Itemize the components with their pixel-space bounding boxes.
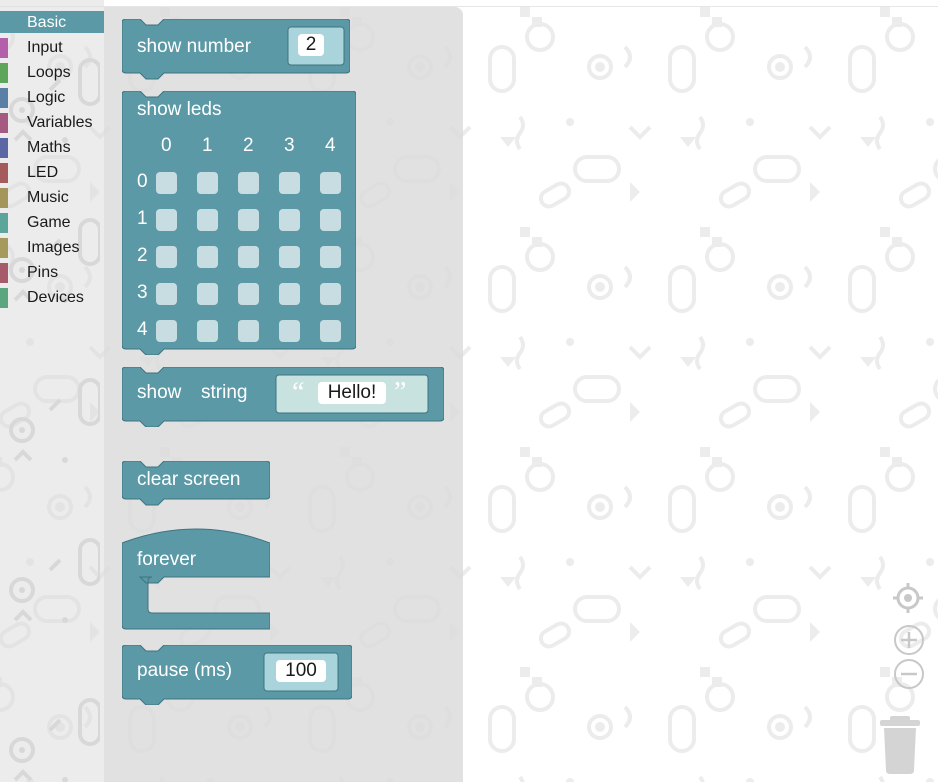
show-label: show	[137, 382, 182, 403]
category-game[interactable]: Game	[0, 211, 104, 233]
led-cell[interactable]	[197, 246, 218, 268]
show-leds-block[interactable]: show leds 0 1 2 3 4 0 1 2 3 4	[122, 91, 356, 355]
show-string-input[interactable]: Hello!	[318, 382, 386, 404]
led-cell[interactable]	[238, 320, 259, 342]
led-cell[interactable]	[156, 320, 177, 342]
led-cell[interactable]	[156, 283, 177, 305]
show-number-input[interactable]: 2	[298, 34, 324, 56]
led-cell[interactable]	[197, 172, 218, 194]
led-column-label: 2	[243, 135, 254, 156]
category-music[interactable]: Music	[0, 186, 104, 208]
led-cell[interactable]	[279, 246, 300, 268]
category-loops[interactable]: Loops	[0, 61, 104, 83]
category-led[interactable]: LED	[0, 161, 104, 183]
show-leds-label: show leds	[137, 99, 222, 120]
led-cell[interactable]	[320, 283, 341, 305]
target-icon	[893, 583, 923, 613]
clear-screen-label: clear screen	[137, 469, 241, 490]
trash-icon	[880, 716, 920, 774]
block-flyout: show number 2 show leds 0 1 2 3 4 0 1 2 3 4 show …	[104, 7, 463, 782]
zoom-out-button[interactable]	[893, 658, 925, 690]
clear-screen-block[interactable]: clear screen	[122, 461, 270, 506]
string-label: string	[201, 382, 248, 403]
forever-label: forever	[137, 549, 197, 570]
led-cell[interactable]	[197, 283, 218, 305]
led-cell[interactable]	[238, 283, 259, 305]
trash-button[interactable]	[878, 716, 924, 781]
category-label: Images	[27, 239, 80, 256]
led-cell[interactable]	[197, 320, 218, 342]
zoom-in-button[interactable]	[893, 624, 925, 656]
led-cell[interactable]	[279, 172, 300, 194]
category-devices[interactable]: Devices	[0, 286, 104, 308]
category-variables[interactable]: Variables	[0, 111, 104, 133]
category-label: Maths	[27, 139, 71, 156]
led-cell[interactable]	[238, 246, 259, 268]
recenter-button[interactable]	[892, 582, 924, 614]
category-color-swatch	[0, 238, 8, 258]
led-cell[interactable]	[197, 209, 218, 231]
category-label: Variables	[27, 114, 93, 131]
pause-input[interactable]: 100	[276, 660, 326, 682]
category-label: Logic	[27, 89, 66, 106]
led-cell[interactable]	[320, 209, 341, 231]
category-logic[interactable]: Logic	[0, 86, 104, 108]
show-number-label: show number	[137, 36, 252, 57]
led-cell[interactable]	[156, 246, 177, 268]
led-cell[interactable]	[156, 209, 177, 231]
led-column-label: 4	[325, 135, 336, 156]
close-quote-icon: ”	[394, 377, 407, 408]
category-color-swatch	[0, 213, 8, 233]
led-cell[interactable]	[238, 209, 259, 231]
category-label: Devices	[27, 289, 84, 306]
category-label: Loops	[27, 64, 71, 81]
led-cell[interactable]	[320, 320, 341, 342]
led-column-label: 0	[161, 135, 172, 156]
led-cell[interactable]	[238, 172, 259, 194]
forever-shape	[122, 528, 270, 630]
led-cell[interactable]	[320, 172, 341, 194]
led-column-label: 1	[202, 135, 213, 156]
toolbox: Basic Input Loops Logic Variables Maths LED Mus…	[0, 0, 104, 782]
led-row-label: 1	[137, 208, 148, 229]
led-column-label: 3	[284, 135, 295, 156]
category-pins[interactable]: Pins	[0, 261, 104, 283]
category-label: LED	[27, 164, 59, 181]
category-label: Music	[27, 189, 69, 206]
led-row-label: 0	[137, 171, 148, 192]
led-cell[interactable]	[279, 283, 300, 305]
category-label: Game	[27, 214, 71, 231]
category-label: Pins	[27, 264, 59, 281]
category-color-swatch	[0, 263, 8, 283]
led-cell[interactable]	[279, 320, 300, 342]
led-cell[interactable]	[156, 172, 177, 194]
category-input[interactable]: Input	[0, 36, 104, 58]
led-cell[interactable]	[320, 246, 341, 268]
forever-block[interactable]: forever	[122, 523, 270, 631]
category-label: Input	[27, 39, 63, 56]
plus-icon	[894, 625, 924, 655]
category-basic[interactable]: Basic	[0, 11, 104, 33]
show-number-block[interactable]: show number 2	[122, 19, 350, 80]
led-row-label: 4	[137, 319, 148, 340]
category-color-swatch	[0, 113, 8, 133]
open-quote-icon: “	[292, 377, 305, 408]
category-color-swatch	[0, 63, 8, 83]
led-row-label: 2	[137, 245, 148, 266]
category-color-swatch	[0, 163, 8, 183]
category-label: Basic	[27, 14, 67, 31]
led-row-label: 3	[137, 282, 148, 303]
led-cell[interactable]	[279, 209, 300, 231]
pause-block[interactable]: pause (ms) 100	[122, 645, 352, 705]
category-color-swatch	[0, 288, 8, 308]
pause-label: pause (ms)	[137, 660, 233, 681]
show-string-block[interactable]: show string “ Hello! ”	[122, 367, 444, 427]
category-color-swatch	[0, 88, 8, 108]
minus-icon	[894, 659, 924, 689]
category-color-swatch	[0, 38, 8, 58]
category-images[interactable]: Images	[0, 236, 104, 258]
category-maths[interactable]: Maths	[0, 136, 104, 158]
category-color-swatch	[0, 188, 8, 208]
category-color-swatch	[0, 138, 8, 158]
